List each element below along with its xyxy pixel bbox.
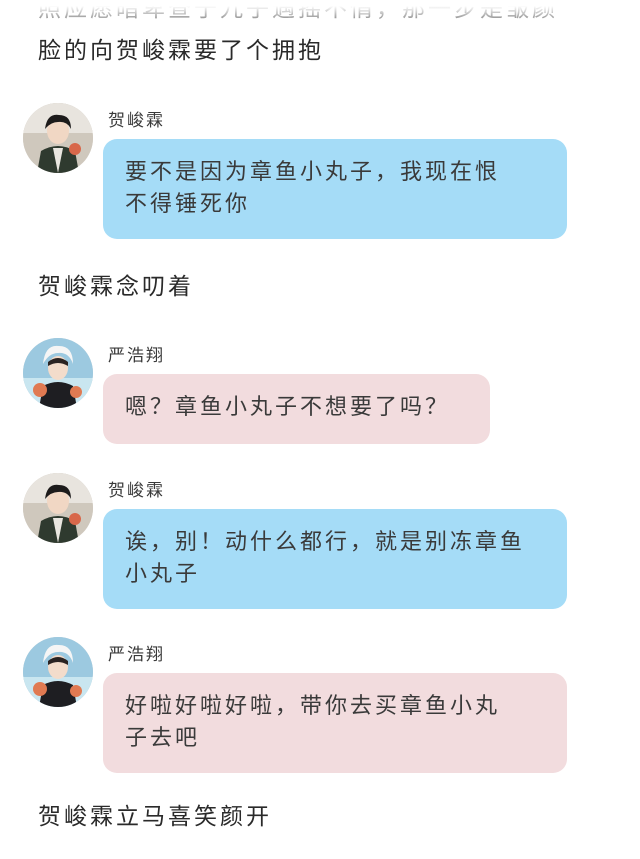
person-photo-icon — [23, 637, 93, 707]
speaker-name: 严浩翔 — [108, 645, 165, 665]
narration-cutoff-line: 照应愿暗卑查于九子遇摇不情，那一步是皱颜 — [38, 0, 558, 22]
person-photo-icon — [23, 103, 93, 173]
person-photo-icon — [23, 338, 93, 408]
message-bubble: 嗯？章鱼小丸子不想要了吗？ — [103, 374, 490, 444]
avatar[interactable] — [23, 473, 93, 543]
message-line: 诶，别！动什么都行，就是别冻章鱼 — [125, 530, 526, 555]
message-line: 小丸子 — [125, 562, 201, 587]
message-bubble: 好啦好啦好啦，带你去买章鱼小丸 子去吧 — [103, 673, 567, 773]
narration-line: 贺峻霖念叨着 — [38, 274, 194, 300]
message-bubble: 诶，别！动什么都行，就是别冻章鱼 小丸子 — [103, 509, 567, 609]
avatar[interactable] — [23, 637, 93, 707]
person-photo-icon — [23, 473, 93, 543]
message-line: 子去吧 — [125, 726, 201, 751]
speaker-name: 贺峻霖 — [108, 481, 165, 501]
speaker-name: 贺峻霖 — [108, 111, 165, 131]
message-line: 好啦好啦好啦，带你去买章鱼小丸 — [125, 694, 501, 719]
narration-line: 脸的向贺峻霖要了个拥抱 — [38, 38, 324, 64]
avatar[interactable] — [23, 338, 93, 408]
message-line: 不得锤死你 — [125, 192, 251, 217]
message-line: 要不是因为章鱼小丸子，我现在恨 — [125, 160, 501, 185]
message-line: 嗯？章鱼小丸子不想要了吗？ — [125, 395, 451, 420]
speaker-name: 严浩翔 — [108, 346, 165, 366]
message-bubble: 要不是因为章鱼小丸子，我现在恨 不得锤死你 — [103, 139, 567, 239]
avatar[interactable] — [23, 103, 93, 173]
narration-line: 贺峻霖立马喜笑颜开 — [38, 804, 272, 830]
